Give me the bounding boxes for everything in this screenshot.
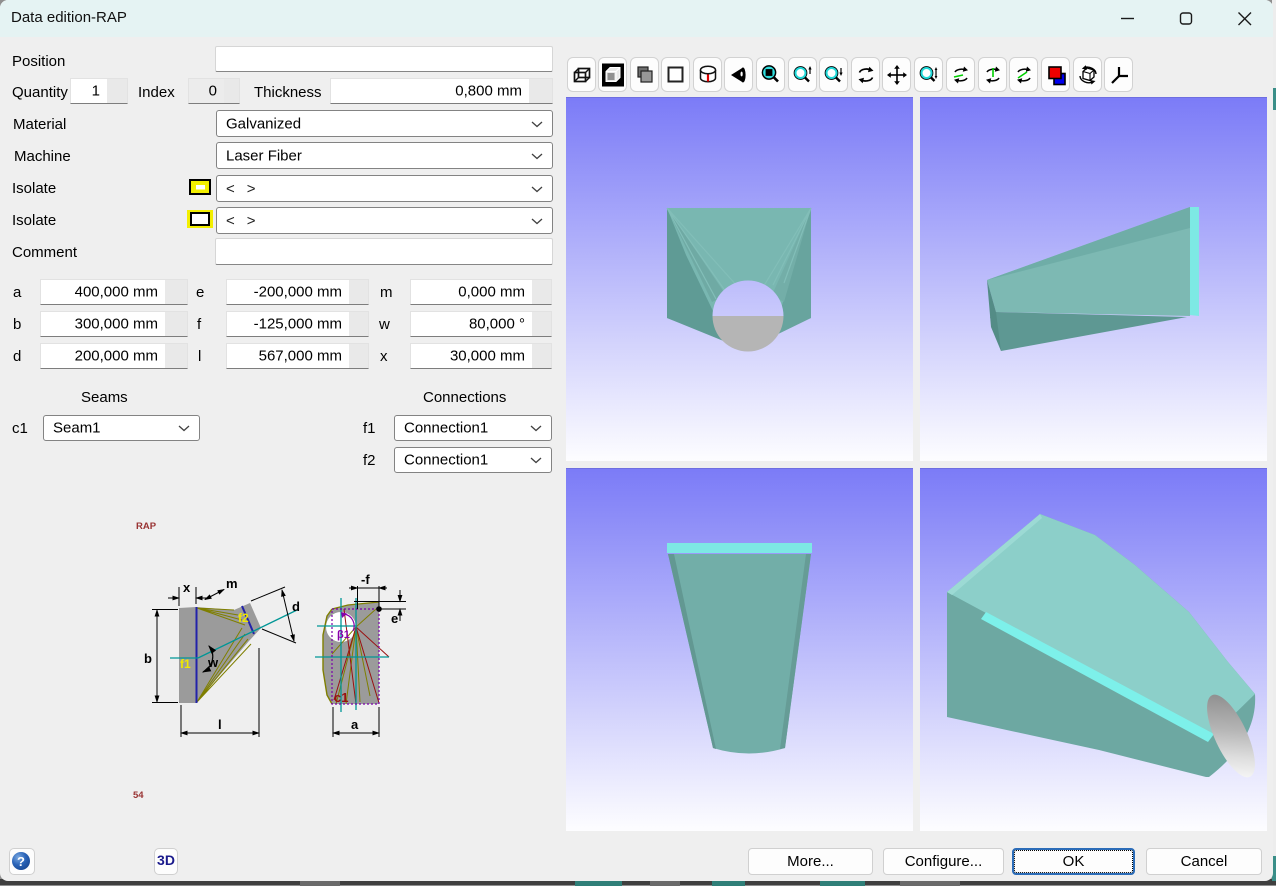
svg-text:f1: f1 bbox=[180, 657, 191, 671]
svg-text:RAP: RAP bbox=[136, 521, 157, 532]
svg-text:w: w bbox=[207, 655, 219, 670]
svg-text:a: a bbox=[351, 717, 359, 732]
svg-text:54: 54 bbox=[133, 790, 144, 801]
svg-text:c1: c1 bbox=[334, 690, 348, 705]
svg-text:l: l bbox=[218, 717, 222, 732]
svg-text:?: ? bbox=[17, 854, 25, 869]
svg-text:f2: f2 bbox=[238, 611, 249, 625]
svg-text:m: m bbox=[226, 576, 238, 591]
svg-text:d: d bbox=[292, 599, 300, 614]
svg-text:b: b bbox=[144, 651, 152, 666]
svg-text:e: e bbox=[391, 611, 398, 626]
svg-text:-f: -f bbox=[361, 572, 370, 587]
svg-text:x: x bbox=[183, 580, 191, 595]
svg-text:β1: β1 bbox=[337, 629, 350, 641]
